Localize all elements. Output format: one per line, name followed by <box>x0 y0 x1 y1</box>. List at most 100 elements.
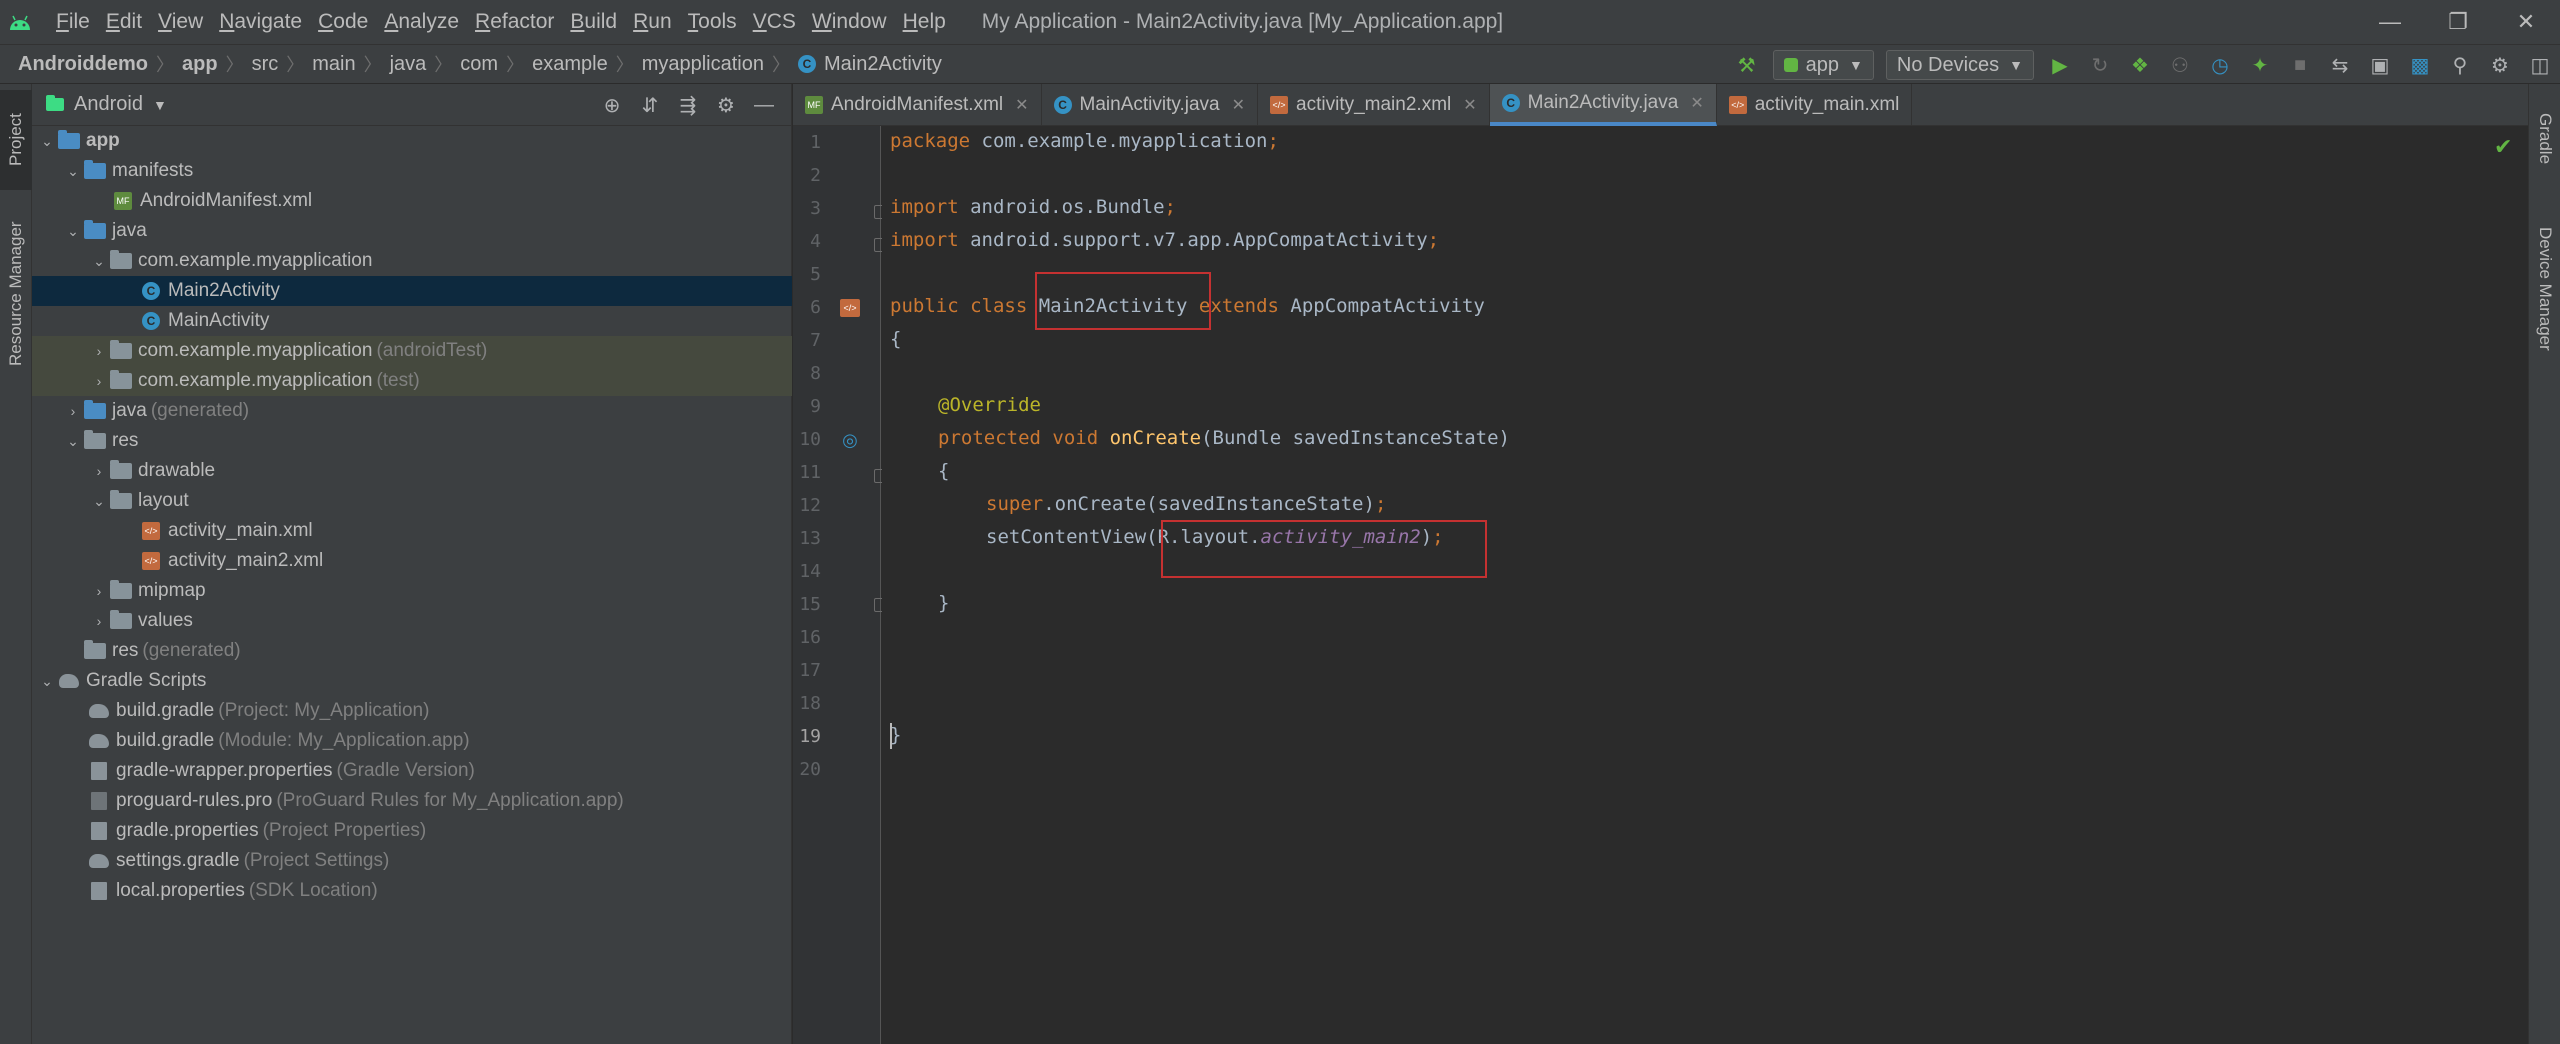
tree-item-build-gradle-project[interactable]: build.gradle (Project: My_Application) <box>32 696 792 726</box>
expand-all-icon[interactable]: ⇵ <box>631 84 669 126</box>
chevron-down-icon[interactable]: ⌄ <box>62 433 84 450</box>
tree-item-mainactivity[interactable]: C MainActivity <box>32 306 792 336</box>
sync-gradle-icon[interactable]: ⇆ <box>2320 45 2360 85</box>
menu-run[interactable]: Run <box>625 0 680 44</box>
menu-file[interactable]: File <box>48 0 98 44</box>
profile-icon[interactable]: ◷ <box>2200 45 2240 85</box>
close-icon[interactable]: ✕ <box>2492 0 2560 44</box>
class-hierarchy-gutter-icon[interactable]: </> <box>838 297 862 319</box>
tree-item-package[interactable]: ⌄ com.example.myapplication <box>32 246 792 276</box>
gradle-tool-tab[interactable]: Gradle <box>2529 94 2560 184</box>
tree-item-activity-main-xml[interactable]: </> activity_main.xml <box>32 516 792 546</box>
resource-manager-tool-tab[interactable]: Resource Manager <box>0 204 32 384</box>
chevron-right-icon[interactable]: › <box>88 583 110 599</box>
tree-item-proguard[interactable]: proguard-rules.pro (ProGuard Rules for My… <box>32 786 792 816</box>
chevron-right-icon[interactable]: › <box>88 463 110 479</box>
chevron-right-icon[interactable]: › <box>88 343 110 359</box>
menu-vcs[interactable]: VCS <box>745 0 804 44</box>
menu-tools[interactable]: Tools <box>680 0 745 44</box>
chevron-down-icon[interactable]: ⌄ <box>36 133 58 150</box>
tab-activity-main-xml[interactable]: </> activity_main.xml <box>1717 84 1913 126</box>
device-manager-icon[interactable]: ▣ <box>2360 45 2400 85</box>
override-gutter-icon[interactable]: ◎ <box>838 429 862 451</box>
locate-icon[interactable]: ⊕ <box>593 84 631 126</box>
chevron-down-icon[interactable]: ▼ <box>153 97 167 113</box>
chevron-down-icon[interactable]: ⌄ <box>88 493 110 510</box>
tree-item-res[interactable]: ⌄ res <box>32 426 792 456</box>
close-icon[interactable]: ✕ <box>1232 95 1245 115</box>
tree-item-build-gradle-module[interactable]: build.gradle (Module: My_Application.app) <box>32 726 792 756</box>
sidebar-toggle-icon[interactable]: ◫ <box>2520 45 2560 85</box>
hide-icon[interactable]: — <box>745 84 783 126</box>
menu-code[interactable]: Code <box>310 0 376 44</box>
breadcrumb-com[interactable]: com <box>460 53 498 76</box>
breadcrumb-example[interactable]: example <box>532 53 608 76</box>
menu-analyze[interactable]: Analyze <box>376 0 467 44</box>
tree-item-local-properties[interactable]: local.properties (SDK Location) <box>32 876 792 906</box>
close-icon[interactable]: ✕ <box>1015 95 1028 115</box>
menu-edit[interactable]: Edit <box>98 0 150 44</box>
restore-icon[interactable]: ❐ <box>2424 0 2492 44</box>
tree-item-java-generated[interactable]: › java (generated) <box>32 396 792 426</box>
breadcrumb-java[interactable]: java <box>390 53 427 76</box>
menu-view[interactable]: View <box>150 0 211 44</box>
tree-item-main2activity[interactable]: C Main2Activity <box>32 276 792 306</box>
tree-item-manifests[interactable]: ⌄ manifests <box>32 156 792 186</box>
gear-icon[interactable]: ⚙ <box>2480 45 2520 85</box>
tree-item-gradle-properties[interactable]: gradle.properties (Project Properties) <box>32 816 792 846</box>
tree-item-activity-main2-xml[interactable]: </> activity_main2.xml <box>32 546 792 576</box>
tab-main2activity[interactable]: C Main2Activity.java ✕ <box>1489 84 1717 126</box>
attach-debugger-icon[interactable]: ⚇ <box>2160 45 2200 85</box>
tree-item-gradle-wrapper[interactable]: gradle-wrapper.properties (Gradle Version… <box>32 756 792 786</box>
breadcrumb-main[interactable]: main <box>312 53 355 76</box>
tree-item-package-test[interactable]: › com.example.myapplication (test) <box>32 366 792 396</box>
menu-build[interactable]: Build <box>562 0 625 44</box>
breadcrumb-module[interactable]: app <box>182 53 218 76</box>
menu-help[interactable]: Help <box>895 0 954 44</box>
run-config-select[interactable]: app ▼ <box>1772 50 1874 80</box>
tree-item-gradle-scripts[interactable]: ⌄ Gradle Scripts <box>32 666 792 696</box>
close-icon[interactable]: ✕ <box>1463 95 1476 115</box>
search-icon[interactable]: ⚲ <box>2440 45 2480 85</box>
menu-navigate[interactable]: Navigate <box>211 0 310 44</box>
chevron-down-icon[interactable]: ⌄ <box>36 673 58 690</box>
menu-refactor[interactable]: Refactor <box>467 0 562 44</box>
tree-item-res-generated[interactable]: res (generated) <box>32 636 792 666</box>
tree-item-drawable[interactable]: › drawable <box>32 456 792 486</box>
breadcrumb-src[interactable]: src <box>252 53 279 76</box>
breadcrumb-project[interactable]: Androiddemo <box>18 53 148 76</box>
tab-mainactivity[interactable]: C MainActivity.java ✕ <box>1042 84 1259 126</box>
breadcrumb-class[interactable]: Main2Activity <box>824 53 942 76</box>
rerun-icon[interactable]: ↻ <box>2080 45 2120 85</box>
sdk-manager-icon[interactable]: ▩ <box>2400 45 2440 85</box>
chevron-down-icon[interactable]: ⌄ <box>62 223 84 240</box>
chevron-down-icon[interactable]: ⌄ <box>88 253 110 270</box>
tree-item-mipmap[interactable]: › mipmap <box>32 576 792 606</box>
collapse-all-icon[interactable]: ⇶ <box>669 84 707 126</box>
tree-item-layout[interactable]: ⌄ layout <box>32 486 792 516</box>
chevron-right-icon[interactable]: › <box>88 373 110 389</box>
device-select[interactable]: No Devices ▼ <box>1885 50 2034 80</box>
tab-activity-main2-xml[interactable]: </> activity_main2.xml ✕ <box>1258 84 1490 126</box>
breadcrumb-myapplication[interactable]: myapplication <box>642 53 764 76</box>
debug-icon[interactable]: ❖ <box>2120 45 2160 85</box>
device-manager-tool-tab[interactable]: Device Manager <box>2529 204 2560 374</box>
gear-icon[interactable]: ⚙ <box>707 84 745 126</box>
apply-changes-icon[interactable]: ✦ <box>2240 45 2280 85</box>
tab-androidmanifest[interactable]: MF AndroidManifest.xml ✕ <box>793 84 1042 126</box>
tree-item-androidmanifest[interactable]: MF AndroidManifest.xml <box>32 186 792 216</box>
tree-item-app[interactable]: ⌄ app <box>32 126 792 156</box>
chevron-right-icon[interactable]: › <box>88 613 110 629</box>
tree-item-settings-gradle[interactable]: settings.gradle (Project Settings) <box>32 846 792 876</box>
code-editor[interactable]: package com.example.myapplication; impor… <box>882 126 2528 1044</box>
hammer-build-icon[interactable]: ⚒ <box>1727 45 1767 85</box>
stop-icon[interactable]: ■ <box>2280 45 2320 85</box>
project-view-select[interactable]: Android <box>74 93 143 116</box>
close-icon[interactable]: ✕ <box>1690 93 1703 113</box>
run-icon[interactable]: ▶ <box>2040 45 2080 85</box>
tree-item-values[interactable]: › values <box>32 606 792 636</box>
minimize-icon[interactable]: — <box>2356 0 2424 44</box>
menu-window[interactable]: Window <box>804 0 895 44</box>
chevron-right-icon[interactable]: › <box>62 403 84 419</box>
chevron-down-icon[interactable]: ⌄ <box>62 163 84 180</box>
